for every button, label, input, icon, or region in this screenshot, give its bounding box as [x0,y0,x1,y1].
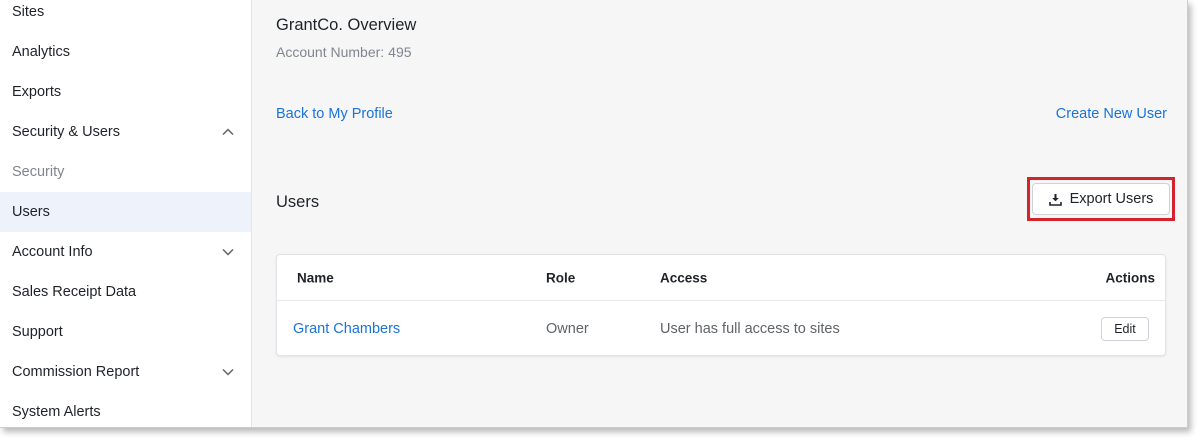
sidebar-item-commission-report[interactable]: Commission Report [0,352,251,392]
page-title: GrantCo. Overview [276,16,417,34]
user-access: User has full access to sites [660,321,840,337]
sidebar-item-analytics[interactable]: Analytics [0,32,251,72]
table-header: Name Role Access Actions [277,255,1165,301]
sidebar-item-support[interactable]: Support [0,312,251,352]
sidebar: Sites Analytics Exports Security & Users… [0,0,252,427]
users-table: Name Role Access Actions Grant Chambers … [276,254,1166,356]
back-to-profile-link[interactable]: Back to My Profile [276,106,393,122]
app-window: Sites Analytics Exports Security & Users… [0,0,1188,428]
sidebar-item-users[interactable]: Users [0,192,251,232]
chevron-down-icon[interactable] [221,245,235,259]
sidebar-item-label: Users [12,204,50,220]
chevron-down-icon[interactable] [221,365,235,379]
export-users-label: Export Users [1069,191,1154,207]
sidebar-item-label: Security [12,164,65,180]
account-number: Account Number: 495 [276,44,412,60]
column-header-actions: Actions [1105,270,1155,285]
sidebar-item-exports[interactable]: Exports [0,72,251,112]
main-content: GrantCo. Overview Account Number: 495 Bac… [252,0,1187,427]
user-role: Owner [546,321,589,337]
table-row: Grant Chambers Owner User has full acces… [277,301,1165,357]
edit-user-button[interactable]: Edit [1101,317,1149,341]
sidebar-item-label: Support [12,324,63,340]
sidebar-item-label: Analytics [12,44,71,60]
download-icon [1048,193,1062,206]
column-header-access: Access [660,270,708,285]
sidebar-item-label: Security & Users [12,124,120,140]
sidebar-item-label: Commission Report [12,364,140,380]
export-users-button[interactable]: Export Users [1032,183,1170,215]
user-name-link[interactable]: Grant Chambers [293,321,400,337]
export-highlight: Export Users [1027,177,1175,221]
sidebar-item-label: Account Info [12,244,93,260]
sidebar-item-sites[interactable]: Sites [0,0,251,32]
sidebar-item-label: System Alerts [12,404,101,420]
column-header-role: Role [546,270,576,285]
sidebar-item-label: Sales Receipt Data [12,284,137,300]
users-section-title: Users [276,193,320,211]
sidebar-item-system-alerts[interactable]: System Alerts [0,392,251,427]
account-number-value: 495 [388,44,412,60]
chevron-up-icon[interactable] [221,125,235,139]
sidebar-item-label: Exports [12,84,62,100]
sidebar-item-security-users[interactable]: Security & Users [0,112,251,152]
sidebar-item-label: Sites [12,4,45,20]
sidebar-item-security[interactable]: Security [0,152,251,192]
sidebar-item-account-info[interactable]: Account Info [0,232,251,272]
account-number-label: Account Number: [276,44,385,60]
create-new-user-link[interactable]: Create New User [1056,106,1167,122]
column-header-name: Name [297,270,334,285]
sidebar-item-sales-receipt-data[interactable]: Sales Receipt Data [0,272,251,312]
